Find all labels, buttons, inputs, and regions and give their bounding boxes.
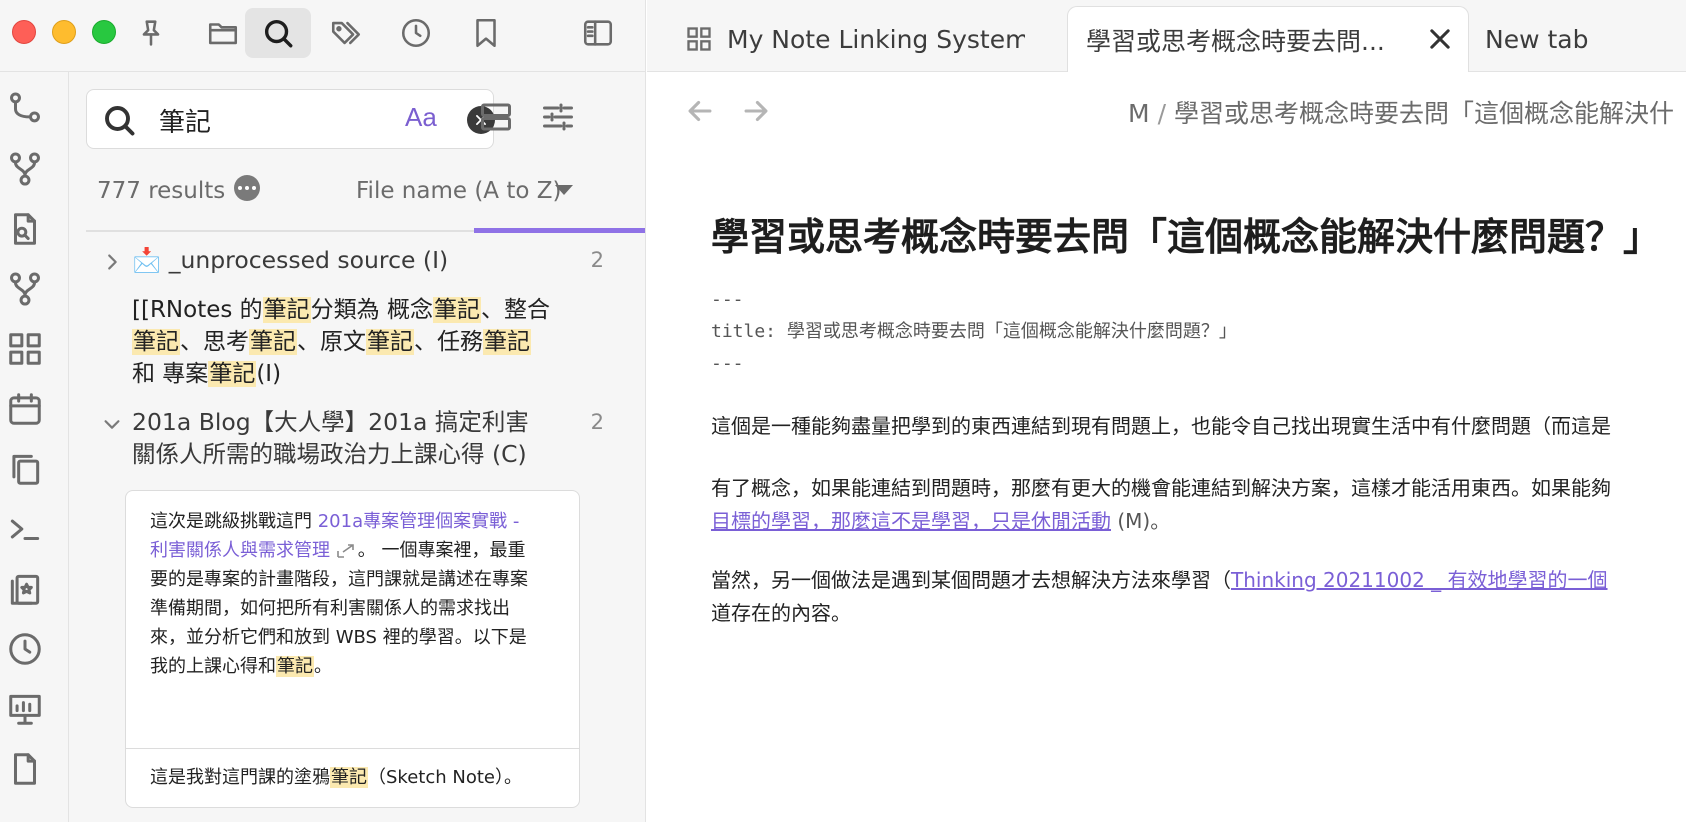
search-icon[interactable] xyxy=(245,8,311,58)
close-icon[interactable] xyxy=(1426,25,1454,53)
tab-label: My Note Linking System xyxy=(727,24,1025,54)
note-editor: M / 學習或思考概念時要去問「這個概念能解決什 學習或思考概念時要去問「這個概念能… xyxy=(647,72,1686,822)
result-count-badge: 2 xyxy=(590,248,604,272)
bookmark-stack-icon[interactable] xyxy=(4,568,46,610)
sidebar-toggle-icon[interactable] xyxy=(565,8,631,58)
result-file-title[interactable]: 📩 _unprocessed source (I) xyxy=(132,244,448,276)
minimize-window-button[interactable] xyxy=(52,20,76,44)
breadcrumb: M / 學習或思考概念時要去問「這個概念能解決什 xyxy=(1128,99,1675,128)
dashboard-icon[interactable] xyxy=(4,328,46,370)
breadcrumb-folder[interactable]: M xyxy=(1128,99,1150,128)
chevron-down-icon[interactable] xyxy=(101,413,123,435)
match-case-toggle[interactable]: Aa xyxy=(405,102,437,133)
copy-icon[interactable] xyxy=(4,448,46,490)
bookmark-icon[interactable] xyxy=(453,8,519,58)
pin-icon[interactable] xyxy=(118,8,184,58)
title-bar xyxy=(0,0,646,72)
paragraph: 這個是一種能夠盡量把學到的東西連結到現有問題上，也能令自己找出現實生活中有什麼問… xyxy=(711,414,1611,438)
git-fork-icon[interactable] xyxy=(4,268,46,310)
internal-link[interactable]: Thinking 20211002 _ 有效地學習的一個 xyxy=(1231,568,1608,592)
forward-arrow-icon[interactable] xyxy=(739,94,773,128)
internal-link[interactable]: 目標的學習，那麼這不是學習，只是休閒活動 xyxy=(711,509,1111,533)
tag-icon[interactable] xyxy=(313,8,379,58)
grid-icon xyxy=(685,25,713,53)
collapse-results-icon[interactable] xyxy=(471,92,521,142)
preview-link[interactable]: 201a專案管理個案實戰 - xyxy=(318,511,520,532)
page-title: 學習或思考概念時要去問「這個概念能解決什麼問題？」 xyxy=(711,215,1662,259)
calendar-icon[interactable] xyxy=(4,388,46,430)
search-input[interactable] xyxy=(159,100,369,140)
paragraph: 當然，另一個做法是遇到某個問題才去想解決方法來學習（Thinking 20211… xyxy=(711,568,1608,625)
search-settings-icon[interactable] xyxy=(533,92,583,142)
zoom-window-button[interactable] xyxy=(92,20,116,44)
result-count-badge: 2 xyxy=(590,410,604,434)
terminal-icon[interactable] xyxy=(4,508,46,550)
search-icon xyxy=(101,102,137,138)
preview-link[interactable]: 利害關係人與需求管理 xyxy=(150,540,330,561)
match-preview-card[interactable]: 這次是跳級挑戰這門 201a專案管理個案實戰 - 利害關係人與需求管理 。 一個專… xyxy=(125,490,580,748)
tab-active-note[interactable]: 學習或思考概念時要去問... xyxy=(1067,6,1469,73)
search-pane: Aa 777 results File name (A to Z) 📩 _unp… xyxy=(69,72,646,822)
frontmatter[interactable]: --- title: 學習或思考概念時要去問「這個概念能解決什麼問題？」 --- xyxy=(711,284,1237,380)
match-preview-card[interactable]: 這是我對這門課的塗鴉筆記（Sketch Note）。 xyxy=(125,748,580,808)
clock-icon[interactable] xyxy=(383,8,449,58)
chevron-down-icon[interactable] xyxy=(555,185,573,195)
paragraph: 有了概念，如果能連結到問題時，那麼有更大的機會能連結到解決方案，這樣才能活用東西… xyxy=(711,476,1611,533)
tab-my-note-linking-system[interactable]: My Note Linking System xyxy=(685,6,1025,72)
file-search-icon[interactable] xyxy=(4,208,46,250)
chevron-right-icon[interactable] xyxy=(101,251,123,273)
match-preview-text: 這是我對這門課的塗鴉筆記（Sketch Note）。 xyxy=(150,767,522,788)
breadcrumb-current[interactable]: 學習或思考概念時要去問「這個概念能解決什 xyxy=(1174,99,1674,128)
history-icon[interactable] xyxy=(4,628,46,670)
match-preview-text: 這次是跳級挑戰這門 201a專案管理個案實戰 - 利害關係人與需求管理 。 一個專… xyxy=(150,511,528,677)
search-box: Aa xyxy=(86,89,495,149)
tab-label: New tab xyxy=(1485,24,1589,54)
result-file-title[interactable]: 201a Blog【大人學】201a 搞定利害 關係人所需的職場政治力上課心得 (… xyxy=(132,406,529,470)
graph-nodes-icon[interactable] xyxy=(4,88,46,130)
back-arrow-icon[interactable] xyxy=(683,94,717,128)
more-options-icon[interactable] xyxy=(234,175,260,201)
results-count: 777 results xyxy=(97,178,226,204)
git-branch-icon[interactable] xyxy=(4,148,46,190)
tab-label: 學習或思考概念時要去問... xyxy=(1086,27,1385,56)
close-window-button[interactable] xyxy=(12,20,36,44)
tab-new[interactable]: New tab xyxy=(1485,6,1685,72)
document-icon[interactable] xyxy=(4,748,46,790)
external-link-icon xyxy=(336,539,358,558)
sort-order-select[interactable]: File name (A to Z) xyxy=(356,178,561,204)
tab-bar: My Note Linking System 學習或思考概念時要去問... Ne… xyxy=(647,0,1686,73)
presentation-icon[interactable] xyxy=(4,688,46,730)
search-progress-bar xyxy=(474,228,645,233)
match-snippet[interactable]: [[RNotes 的筆記分類為 概念筆記、整合 筆記、思考筆記、原文筆記、任務筆記… xyxy=(132,294,572,390)
left-ribbon xyxy=(0,72,69,822)
